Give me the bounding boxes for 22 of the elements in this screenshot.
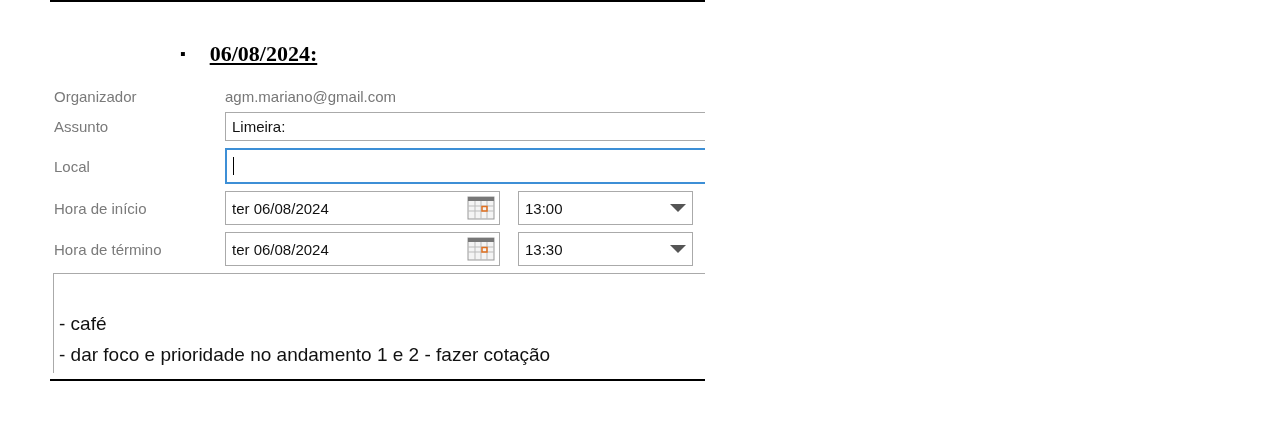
field-label: Organizador: [53, 88, 138, 105]
note-line: - café: [59, 312, 108, 336]
text-cursor: [233, 157, 234, 175]
field-label: Hora de início: [53, 199, 148, 217]
calendar-icon[interactable]: [467, 196, 495, 220]
dropdown-arrow-icon[interactable]: [670, 204, 686, 212]
note-line: - dar foco e prioridade no andamento 1 e 2 - fazer cotação: [59, 343, 552, 367]
input-field[interactable]: Limeira:: [225, 112, 705, 141]
date-field[interactable]: ter 06/08/2024: [225, 191, 500, 225]
notes-area[interactable]: - café - dar foco e prioridade no andamento 1 e 2 - fazer cotação: [53, 273, 705, 373]
calendar-icon[interactable]: [467, 237, 495, 261]
time-dropdown[interactable]: 13:00: [518, 191, 693, 225]
bullet-marker: ▪: [180, 45, 186, 63]
field-label: Assunto: [53, 118, 110, 135]
organizer-email: agm.mariano@gmail.com: [225, 88, 398, 105]
field-label: Local: [53, 157, 91, 175]
section-heading: 06/08/2024:: [209, 41, 318, 67]
date-field[interactable]: ter 06/08/2024: [225, 232, 500, 266]
time-dropdown[interactable]: 13:30: [518, 232, 693, 266]
input-field[interactable]: [225, 148, 705, 184]
dropdown-arrow-icon[interactable]: [670, 245, 686, 253]
field-label: Hora de término: [53, 240, 163, 258]
